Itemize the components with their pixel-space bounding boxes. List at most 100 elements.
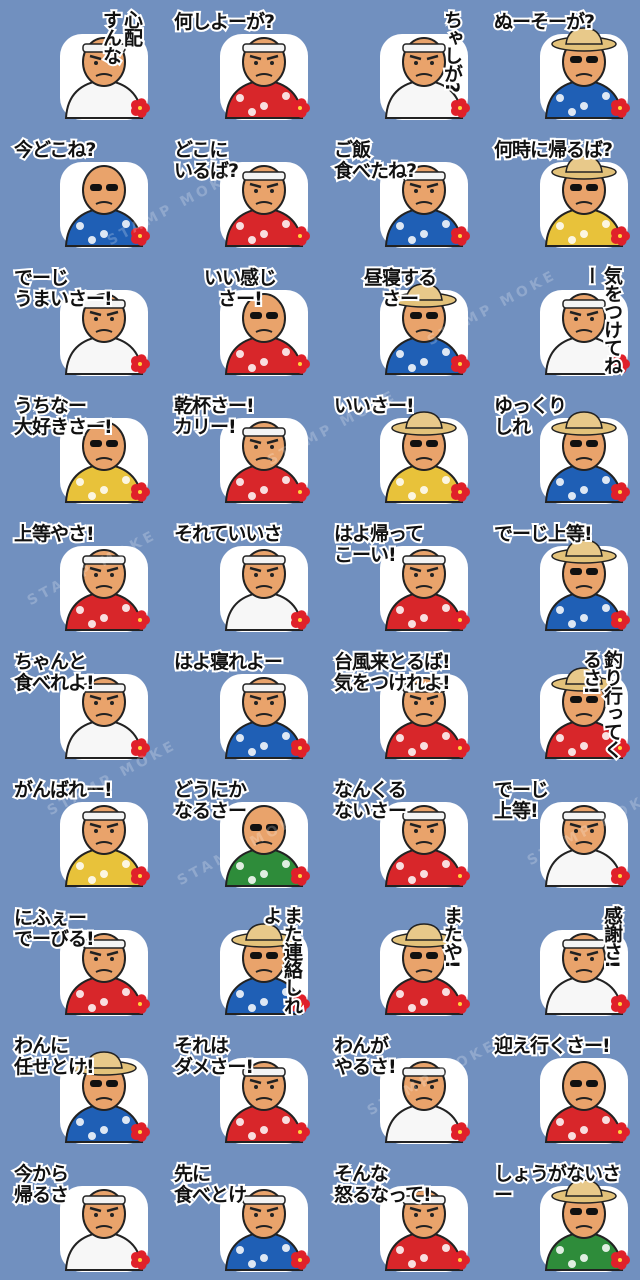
- sticker: 先に 食べとけ: [168, 1158, 312, 1274]
- sticker-caption: 乾杯さー! カリー!: [172, 394, 257, 440]
- sticker: でーじ 上等!: [488, 774, 632, 890]
- sticker: 心配 すんな: [8, 6, 152, 122]
- sticker-cell[interactable]: また連絡しれよ: [160, 896, 320, 1024]
- sticker-caption: 感謝さ!: [599, 904, 625, 970]
- sticker: それは ダメさー!: [168, 1030, 312, 1146]
- sticker: 台風来とるば! 気をつけれよ!: [328, 646, 472, 762]
- sticker-caption: 今どこね?: [12, 138, 98, 163]
- sticker-cell[interactable]: ぬーそーが?: [480, 0, 640, 128]
- sticker: そんな 怒るなって!: [328, 1158, 472, 1274]
- sticker-cell[interactable]: いいさー!: [320, 384, 480, 512]
- sticker: 釣り行ってくるさ!: [488, 646, 632, 762]
- sticker: 迎え行くさー!: [488, 1030, 632, 1146]
- sticker-cell[interactable]: またや!: [320, 896, 480, 1024]
- sticker-caption: ご飯 食べたね?: [332, 138, 419, 184]
- sticker: 何しよーが?: [168, 6, 312, 122]
- sticker-cell[interactable]: 先に 食べとけ: [160, 1152, 320, 1280]
- sticker-cell[interactable]: ご飯 食べたね?: [320, 128, 480, 256]
- sticker: でーじ うまいさー!: [8, 262, 152, 378]
- sticker: それていいさ: [168, 518, 312, 634]
- sticker-cell[interactable]: しょうがないさー: [480, 1152, 640, 1280]
- sticker: 気をつけてねー: [488, 262, 632, 378]
- sticker-cell[interactable]: それていいさ: [160, 512, 320, 640]
- sticker-caption: わんに 任せとけ!: [12, 1034, 97, 1080]
- sticker: はよ寝れよー: [168, 646, 312, 762]
- sticker-caption: それていいさ: [172, 522, 284, 547]
- sticker-cell[interactable]: でーじ上等!: [480, 512, 640, 640]
- sticker-cell[interactable]: いい感じさー!: [160, 256, 320, 384]
- sticker-caption: 上等やさ!: [12, 522, 97, 547]
- sticker-cell[interactable]: ちゃんと 食べれよ!: [0, 640, 160, 768]
- sticker-caption: 釣り行ってくるさ!: [578, 648, 625, 760]
- sticker-caption: わんが やるさ!: [332, 1034, 399, 1080]
- sticker-caption: またや!: [439, 904, 465, 970]
- sticker-cell[interactable]: それは ダメさー!: [160, 1024, 320, 1152]
- sticker-cell[interactable]: 何時に帰るば?: [480, 128, 640, 256]
- sticker-caption: はよ帰って こーい!: [332, 522, 426, 568]
- sticker: ぬーそーが?: [488, 6, 632, 122]
- sticker: でーじ上等!: [488, 518, 632, 634]
- sticker-cell[interactable]: 迎え行くさー!: [480, 1024, 640, 1152]
- sticker-cell[interactable]: にふぇー でーびる!: [0, 896, 160, 1024]
- sticker-cell[interactable]: うちなー 大好きさー!: [0, 384, 160, 512]
- sticker-cell[interactable]: 今どこね?: [0, 128, 160, 256]
- sticker-caption: しょうがないさー: [492, 1162, 623, 1208]
- sticker-caption: にふぇー でーびる!: [12, 906, 97, 952]
- sticker-cell[interactable]: 気をつけてねー: [480, 256, 640, 384]
- sticker-caption: でーじ上等!: [492, 522, 595, 547]
- sticker-cell[interactable]: なんくる ないさー: [320, 768, 480, 896]
- sticker: 今から 帰るさ: [8, 1158, 152, 1274]
- sticker-cell[interactable]: そんな 怒るなって!: [320, 1152, 480, 1280]
- sticker-caption: 何しよーが?: [172, 10, 277, 35]
- sticker-grid: 心配 すんな 何しよーが? ちゃしが? ぬーそーが? 今どこね? どこに いるば? ご飯 食…: [0, 0, 640, 1280]
- sticker: なんくる ないさー: [328, 774, 472, 890]
- sticker-cell[interactable]: でーじ うまいさー!: [0, 256, 160, 384]
- sticker: いいさー!: [328, 390, 472, 506]
- sticker-caption: 台風来とるば! 気をつけれよ!: [332, 650, 453, 696]
- sticker-caption: いい感じさー!: [202, 266, 279, 312]
- sticker-caption: 心配 すんな: [98, 8, 145, 66]
- sticker-caption: どうにか なるさー: [172, 778, 249, 824]
- sticker-cell[interactable]: ゆっくり しれ: [480, 384, 640, 512]
- sticker: ご飯 食べたね?: [328, 134, 472, 250]
- sticker-caption: 今から 帰るさ: [12, 1162, 71, 1208]
- sticker-cell[interactable]: はよ帰って こーい!: [320, 512, 480, 640]
- sticker-cell[interactable]: 何しよーが?: [160, 0, 320, 128]
- sticker: はよ帰って こーい!: [328, 518, 472, 634]
- sticker-cell[interactable]: はよ寝れよー: [160, 640, 320, 768]
- sticker-caption: はよ寝れよー: [172, 650, 285, 675]
- sticker-cell[interactable]: ちゃしが?: [320, 0, 480, 128]
- sticker: にふぇー でーびる!: [8, 902, 152, 1018]
- sticker-caption: でーじ うまいさー!: [12, 266, 115, 312]
- sticker-cell[interactable]: 釣り行ってくるさ!: [480, 640, 640, 768]
- sticker: 何時に帰るば?: [488, 134, 632, 250]
- sticker-caption: ぬーそーが?: [492, 10, 597, 35]
- sticker-caption: うちなー 大好きさー!: [12, 394, 115, 440]
- sticker-caption: それは ダメさー!: [172, 1034, 256, 1080]
- sticker-caption: また連絡しれよ: [258, 904, 305, 1016]
- sticker: いい感じさー!: [168, 262, 312, 378]
- sticker-caption: 先に 食べとけ: [172, 1162, 249, 1208]
- sticker-caption: 気をつけてねー: [578, 264, 625, 376]
- sticker-caption: ちゃんと 食べれよ!: [12, 650, 97, 696]
- sticker-caption: 昼寝するさー: [362, 266, 439, 312]
- sticker-cell[interactable]: わんに 任せとけ!: [0, 1024, 160, 1152]
- sticker-cell[interactable]: 台風来とるば! 気をつけれよ!: [320, 640, 480, 768]
- sticker: ゆっくり しれ: [488, 390, 632, 506]
- sticker-cell[interactable]: 心配 すんな: [0, 0, 160, 128]
- sticker-caption: ちゃしが?: [439, 8, 465, 94]
- sticker: また連絡しれよ: [168, 902, 312, 1018]
- sticker-caption: でーじ 上等!: [492, 778, 551, 824]
- sticker-caption: ゆっくり しれ: [492, 394, 569, 440]
- sticker: 感謝さ!: [488, 902, 632, 1018]
- sticker-caption: 何時に帰るば?: [492, 138, 615, 163]
- sticker-caption: そんな 怒るなって!: [332, 1162, 434, 1208]
- sticker: わんに 任せとけ!: [8, 1030, 152, 1146]
- sticker: しょうがないさー: [488, 1158, 632, 1274]
- sticker-cell[interactable]: でーじ 上等!: [480, 768, 640, 896]
- sticker: またや!: [328, 902, 472, 1018]
- sticker-caption: なんくる ないさー: [332, 778, 409, 824]
- sticker-cell[interactable]: 感謝さ!: [480, 896, 640, 1024]
- sticker: ちゃんと 食べれよ!: [8, 646, 152, 762]
- sticker-cell[interactable]: 今から 帰るさ: [0, 1152, 160, 1280]
